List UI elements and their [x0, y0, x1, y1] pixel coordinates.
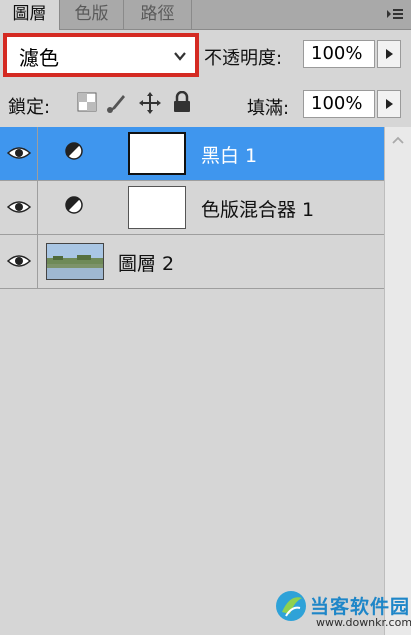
tab-paths[interactable]: 路徑: [124, 0, 192, 29]
blend-mode-select[interactable]: 濾色: [3, 33, 199, 77]
visibility-toggle[interactable]: [0, 181, 38, 234]
opacity-input[interactable]: 100%: [303, 40, 375, 68]
watermark-title: 当客软件园: [310, 596, 411, 618]
blend-mode-value: 濾色: [19, 46, 59, 70]
eye-icon: [7, 255, 31, 267]
layer-row-black-white[interactable]: 黑白 1: [0, 127, 384, 181]
layers-scrollbar[interactable]: [384, 127, 411, 635]
layer-image-thumbnail[interactable]: [46, 243, 104, 280]
watermark-logo-icon: [276, 591, 306, 621]
layer-mask-thumbnail[interactable]: [128, 186, 186, 229]
tab-channels[interactable]: 色版: [60, 0, 124, 29]
chevron-down-icon: [174, 52, 186, 61]
adjustment-layer-icon: [65, 196, 83, 214]
layer-name[interactable]: 黑白 1: [201, 141, 257, 168]
panel-tab-bar: 圖層 色版 路徑: [0, 0, 411, 30]
layer-name[interactable]: 圖層 2: [118, 249, 174, 276]
eye-icon: [7, 201, 31, 213]
visibility-toggle[interactable]: [0, 127, 38, 180]
lock-position-icon[interactable]: [138, 91, 162, 115]
lock-all-icon[interactable]: [172, 91, 192, 113]
lock-image-pixels-icon[interactable]: [105, 92, 127, 114]
fill-label: 填滿:: [247, 98, 290, 119]
tab-layers[interactable]: 圖層: [0, 0, 60, 30]
visibility-toggle[interactable]: [0, 235, 38, 288]
layer-mask-thumbnail[interactable]: [128, 132, 186, 175]
eye-icon: [7, 147, 31, 159]
watermark-url: www.downkr.com: [316, 616, 411, 629]
watermark: 当客软件园 www.downkr.com: [270, 588, 411, 635]
layer-row-channel-mixer[interactable]: 色版混合器 1: [0, 181, 384, 235]
adjustment-layer-icon: [65, 142, 83, 160]
fill-input[interactable]: 100%: [303, 90, 375, 118]
lock-label: 鎖定:: [8, 97, 51, 118]
layer-name[interactable]: 色版混合器 1: [201, 195, 314, 222]
opacity-slider-button[interactable]: [377, 40, 401, 68]
opacity-label: 不透明度:: [204, 48, 283, 69]
panel-menu-icon[interactable]: [385, 4, 405, 24]
fill-slider-button[interactable]: [377, 90, 401, 118]
lock-transparent-pixels-icon[interactable]: [77, 92, 97, 112]
layer-row-image[interactable]: 圖層 2: [0, 235, 384, 289]
chevron-up-icon[interactable]: [391, 135, 405, 145]
layers-list: 黑白 1 色版混合器 1 圖層 2: [0, 127, 384, 635]
